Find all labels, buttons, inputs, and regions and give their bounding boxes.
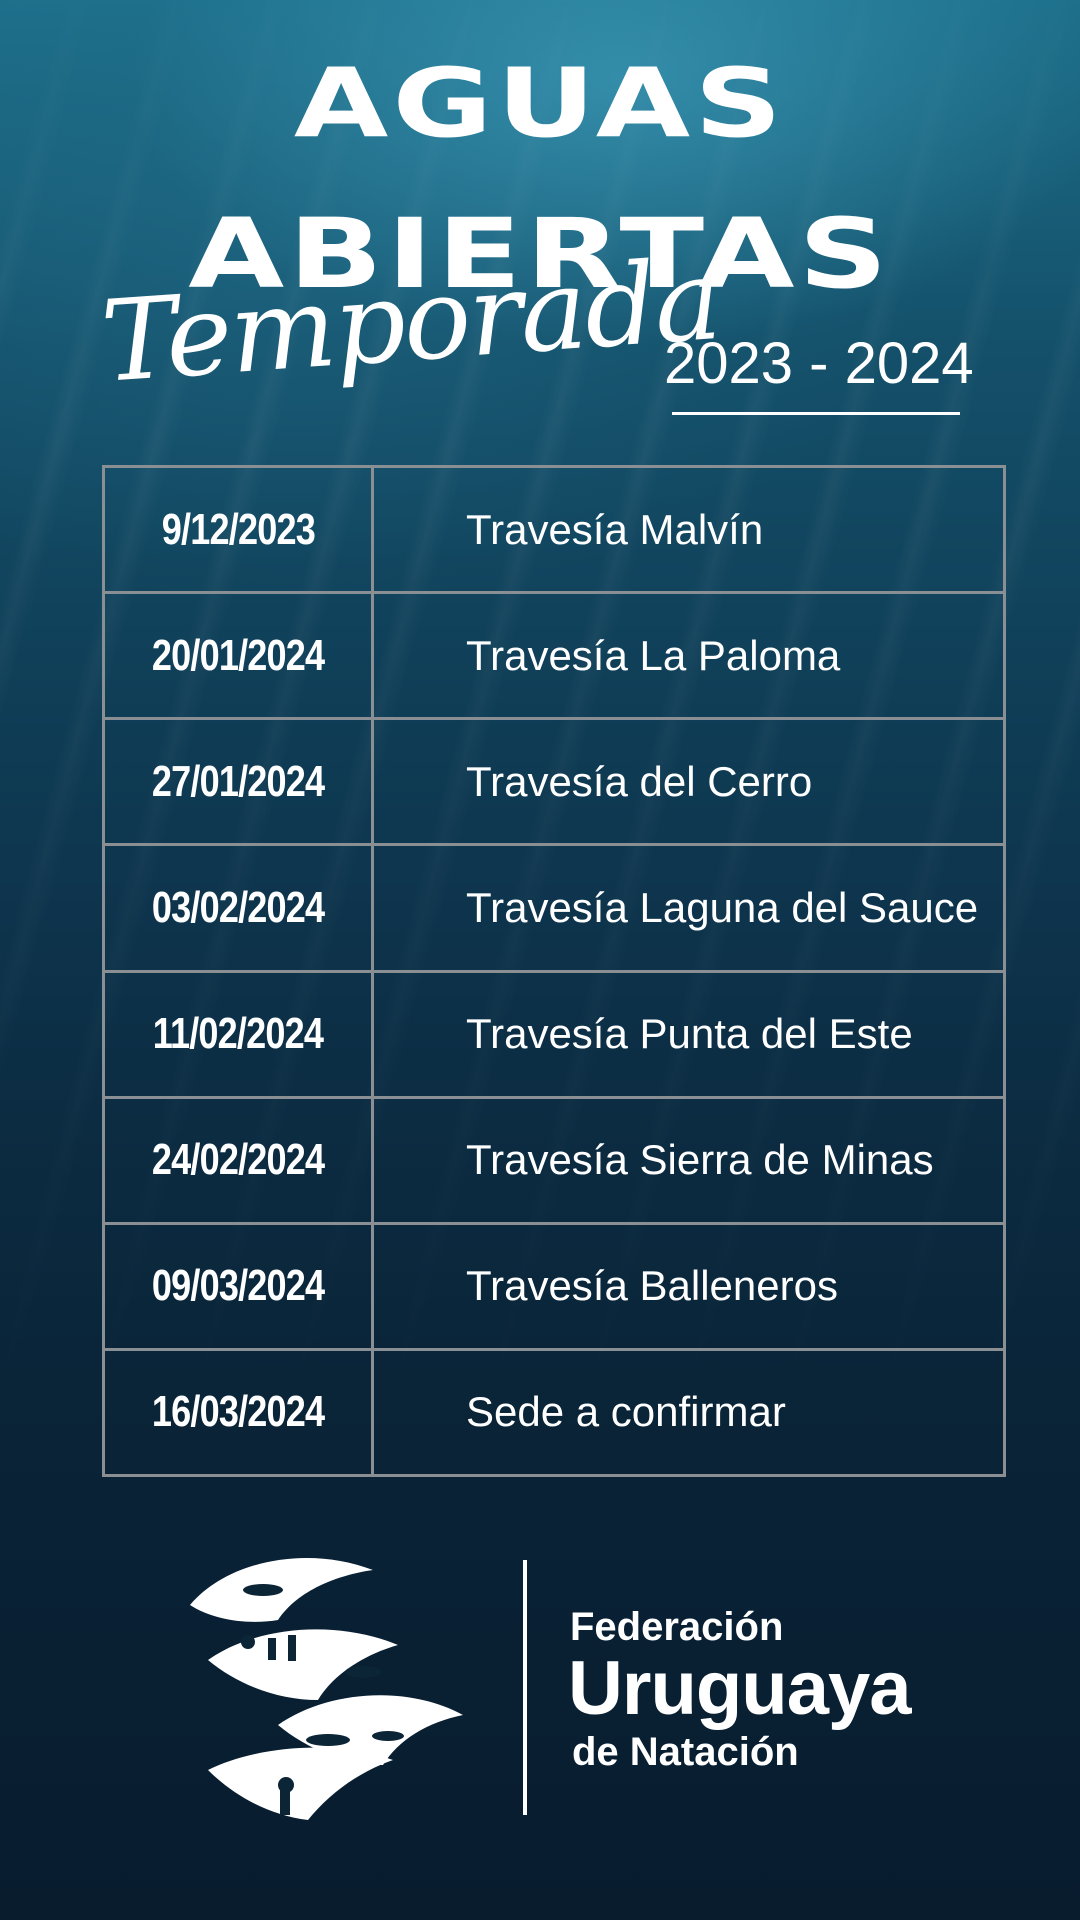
event-date: 24/02/2024 — [102, 1095, 374, 1225]
event-date: 03/02/2024 — [102, 843, 374, 973]
event-name: Travesía Punta del Este — [371, 969, 1006, 1099]
title-aguas: AGUAS — [293, 48, 787, 159]
table-row: 03/02/2024 Travesía Laguna del Sauce — [102, 843, 1006, 973]
season-years: 2023 - 2024 — [664, 331, 974, 396]
table-row: 16/03/2024 Sede a confirmar — [102, 1347, 1006, 1478]
event-name: Travesía La Paloma — [371, 591, 1006, 721]
season-underline — [672, 412, 960, 415]
event-name: Travesía Balleneros — [371, 1221, 1006, 1351]
table-row: 09/03/2024 Travesía Balleneros — [102, 1221, 1006, 1351]
event-date: 11/02/2024 — [102, 969, 374, 1099]
event-name: Travesía Malvín — [371, 464, 1006, 595]
event-name: Sede a confirmar — [371, 1347, 1006, 1478]
table-row: 9/12/2023 Travesía Malvín — [102, 464, 1006, 595]
event-name: Travesía Laguna del Sauce — [371, 843, 1006, 973]
org-name-line2: Uruguaya — [568, 1646, 912, 1731]
table-row: 20/01/2024 Travesía La Paloma — [102, 591, 1006, 721]
table-row: 24/02/2024 Travesía Sierra de Minas — [102, 1095, 1006, 1225]
logo-divider — [523, 1560, 527, 1815]
schedule-table: 9/12/2023 Travesía Malvín 20/01/2024 Tra… — [102, 464, 1006, 1478]
table-row: 11/02/2024 Travesía Punta del Este — [102, 969, 1006, 1099]
event-date: 16/03/2024 — [102, 1347, 374, 1478]
org-name-line3: de Natación — [572, 1730, 799, 1774]
event-name: Travesía Sierra de Minas — [371, 1095, 1006, 1225]
event-date: 27/01/2024 — [102, 717, 374, 847]
event-date: 09/03/2024 — [102, 1221, 374, 1351]
org-name-line1: Federación — [570, 1605, 784, 1649]
table-row: 27/01/2024 Travesía del Cerro — [102, 717, 1006, 847]
event-date: 20/01/2024 — [102, 591, 374, 721]
swimmers-waves-logo-icon — [190, 1557, 463, 1820]
event-name: Travesía del Cerro — [371, 717, 1006, 847]
event-date: 9/12/2023 — [102, 464, 374, 595]
